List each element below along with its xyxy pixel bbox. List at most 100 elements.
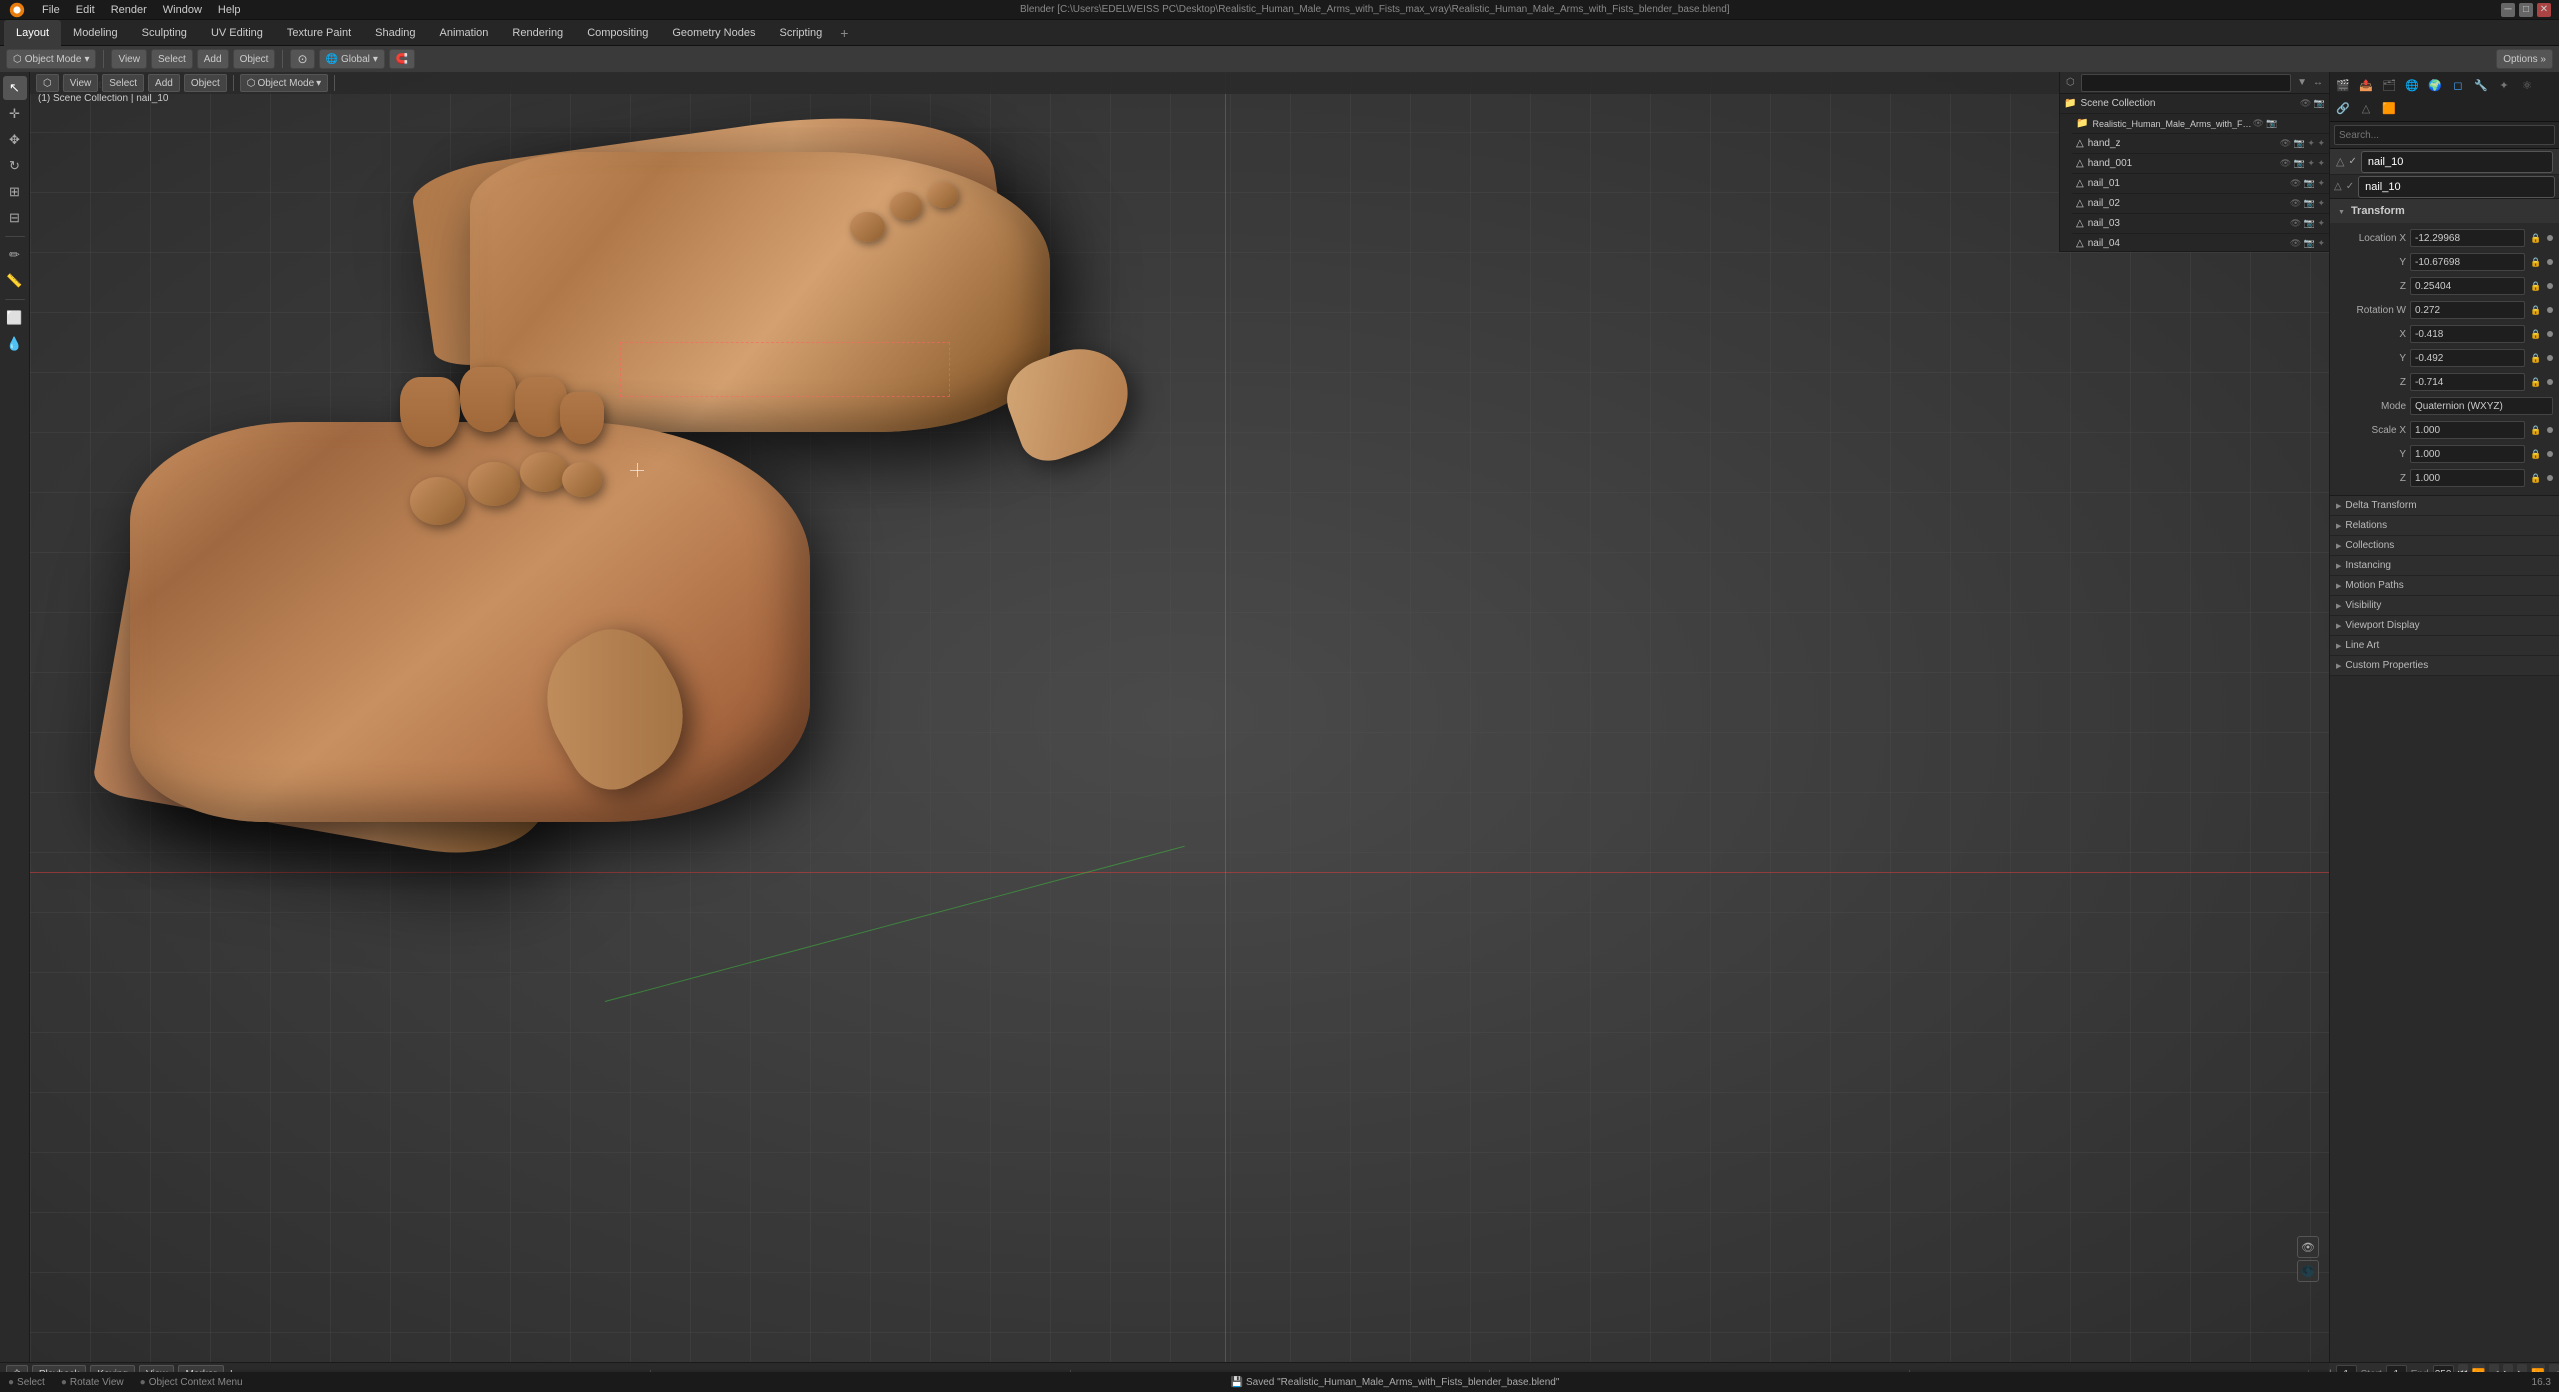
tab-uv-editing[interactable]: UV Editing [199, 20, 275, 46]
tool-transform[interactable]: ⊟ [3, 206, 27, 230]
tab-shading[interactable]: Shading [363, 20, 427, 46]
vp-object-menu[interactable]: Object [184, 74, 227, 92]
scale-x-value[interactable]: 1.000 [2410, 421, 2525, 439]
location-y-value[interactable]: -10.67698 [2410, 253, 2525, 271]
vp-icon-1[interactable]: 👁 [2297, 1236, 2319, 1258]
instancing-header[interactable]: Instancing [2330, 556, 2559, 576]
delta-transform-header[interactable]: Delta Transform [2330, 496, 2559, 516]
location-y-lock[interactable]: 🔒 [2529, 255, 2543, 269]
prop-icon-render[interactable]: 🎬 [2332, 74, 2354, 96]
prop-icon-view-layer[interactable]: 🗂 [2378, 74, 2400, 96]
rotation-z-value[interactable]: -0.714 [2410, 373, 2525, 391]
scale-z-lock[interactable]: 🔒 [2529, 471, 2543, 485]
outliner-item-nail-01[interactable]: △ nail_01 👁 📷 ✦ [2072, 174, 2329, 194]
scale-y-value[interactable]: 1.000 [2410, 445, 2525, 463]
mode-selector[interactable]: ⬡ Object Mode ▾ [6, 49, 96, 69]
tab-rendering[interactable]: Rendering [500, 20, 575, 46]
custom-properties-header[interactable]: Custom Properties [2330, 656, 2559, 676]
outliner-scene-collection[interactable]: 📁 Scene Collection 👁 📷 [2060, 94, 2329, 114]
window-close[interactable]: ✕ [2537, 3, 2551, 17]
prop-icon-modifier[interactable]: 🔧 [2470, 74, 2492, 96]
tab-layout[interactable]: Layout [4, 20, 61, 46]
rotation-x-lock[interactable]: 🔒 [2529, 327, 2543, 341]
scale-x-lock[interactable]: 🔒 [2529, 423, 2543, 437]
window-maximize[interactable]: □ [2519, 3, 2533, 17]
viewport-options[interactable]: Options » [2496, 49, 2553, 69]
viewport-select-menu[interactable]: Select [151, 49, 193, 69]
visibility-header[interactable]: Visibility [2330, 596, 2559, 616]
tool-scale[interactable]: ⊞ [3, 180, 27, 204]
rotation-w-lock[interactable]: 🔒 [2529, 303, 2543, 317]
rotation-w-value[interactable]: 0.272 [2410, 301, 2525, 319]
rotation-w-keyframe[interactable] [2547, 307, 2553, 313]
location-x-lock[interactable]: 🔒 [2529, 231, 2543, 245]
tab-geometry-nodes[interactable]: Geometry Nodes [660, 20, 767, 46]
prop-icon-data[interactable]: △ [2355, 97, 2377, 119]
scale-z-keyframe[interactable] [2547, 475, 2553, 481]
rotation-z-lock[interactable]: 🔒 [2529, 375, 2543, 389]
transform-pivot[interactable]: ⊙ [290, 49, 314, 69]
rotation-x-value[interactable]: -0.418 [2410, 325, 2525, 343]
location-x-value[interactable]: -12.29968 [2410, 229, 2525, 247]
rotation-x-keyframe[interactable] [2547, 331, 2553, 337]
line-art-header[interactable]: Line Art [2330, 636, 2559, 656]
prop-icon-physics[interactable]: ⚛ [2516, 74, 2538, 96]
prop-icon-particles[interactable]: ✦ [2493, 74, 2515, 96]
menu-help[interactable]: Help [210, 0, 249, 20]
location-z-value[interactable]: 0.25404 [2410, 277, 2525, 295]
prop-icon-object[interactable]: ◻ [2447, 74, 2469, 96]
tool-select[interactable]: ↖ [3, 76, 27, 100]
transform-section-header[interactable]: Transform [2330, 199, 2559, 223]
mesh-name-field[interactable]: nail_10 [2358, 176, 2555, 198]
vp-view-menu[interactable]: View [63, 74, 99, 92]
prop-icon-constraints[interactable]: 🔗 [2332, 97, 2354, 119]
tool-add-cube[interactable]: ⬜ [3, 306, 27, 330]
tool-rotate[interactable]: ↻ [3, 154, 27, 178]
outliner-item-nail-02[interactable]: △ nail_02 👁 📷 ✦ [2072, 194, 2329, 214]
tab-sculpting[interactable]: Sculpting [130, 20, 199, 46]
vp-select-menu[interactable]: Select [102, 74, 144, 92]
tab-scripting[interactable]: Scripting [767, 20, 834, 46]
properties-search-input[interactable] [2334, 125, 2555, 145]
outliner-filter-icon[interactable]: ▼ [2297, 77, 2307, 88]
scale-z-value[interactable]: 1.000 [2410, 469, 2525, 487]
vp-mode-select[interactable]: ⬡ Object Mode ▾ [240, 74, 328, 92]
rotation-z-keyframe[interactable] [2547, 379, 2553, 385]
transform-orientation[interactable]: 🌐 Global ▾ [319, 49, 385, 69]
outliner-item-nail-04[interactable]: △ nail_04 👁 📷 ✦ [2072, 234, 2329, 252]
tab-animation[interactable]: Animation [428, 20, 501, 46]
relations-header[interactable]: Relations [2330, 516, 2559, 536]
scale-y-lock[interactable]: 🔒 [2529, 447, 2543, 461]
outliner-sync-icon[interactable]: ↔ [2313, 77, 2323, 88]
viewport-add-menu[interactable]: Add [197, 49, 229, 69]
collections-header[interactable]: Collections [2330, 536, 2559, 556]
viewport-display-header[interactable]: Viewport Display [2330, 616, 2559, 636]
tool-move[interactable]: ✥ [3, 128, 27, 152]
rotation-y-keyframe[interactable] [2547, 355, 2553, 361]
tool-eyedropper[interactable]: 💧 [3, 332, 27, 356]
tool-cursor[interactable]: ✛ [3, 102, 27, 126]
prop-icon-material[interactable]: 🟧 [2378, 97, 2400, 119]
outliner-item-hand-001[interactable]: △ hand_001 👁 📷 ✦ ✦ [2072, 154, 2329, 174]
object-name-field[interactable]: nail_10 [2361, 151, 2553, 173]
tool-annotate[interactable]: ✏ [3, 243, 27, 267]
tab-texture-paint[interactable]: Texture Paint [275, 20, 363, 46]
prop-icon-output[interactable]: 📤 [2355, 74, 2377, 96]
outliner-item-hand-z[interactable]: △ hand_z 👁 📷 ✦ ✦ [2072, 134, 2329, 154]
tool-measure[interactable]: 📏 [3, 269, 27, 293]
scale-y-keyframe[interactable] [2547, 451, 2553, 457]
location-z-keyframe[interactable] [2547, 283, 2553, 289]
menu-file[interactable]: File [34, 0, 68, 20]
motion-paths-header[interactable]: Motion Paths [2330, 576, 2559, 596]
outliner-main-collection[interactable]: 📁 Realistic_Human_Male_Arms_with_Fists 👁… [2072, 114, 2329, 134]
rotation-y-value[interactable]: -0.492 [2410, 349, 2525, 367]
location-x-keyframe[interactable] [2547, 235, 2553, 241]
outliner-item-nail-03[interactable]: △ nail_03 👁 📷 ✦ [2072, 214, 2329, 234]
prop-icon-scene[interactable]: 🌐 [2401, 74, 2423, 96]
rotation-y-lock[interactable]: 🔒 [2529, 351, 2543, 365]
location-z-lock[interactable]: 🔒 [2529, 279, 2543, 293]
viewport-view-menu[interactable]: View [111, 49, 147, 69]
tab-modeling[interactable]: Modeling [61, 20, 130, 46]
rotation-mode-value[interactable]: Quaternion (WXYZ) [2410, 397, 2553, 415]
tab-compositing[interactable]: Compositing [575, 20, 660, 46]
